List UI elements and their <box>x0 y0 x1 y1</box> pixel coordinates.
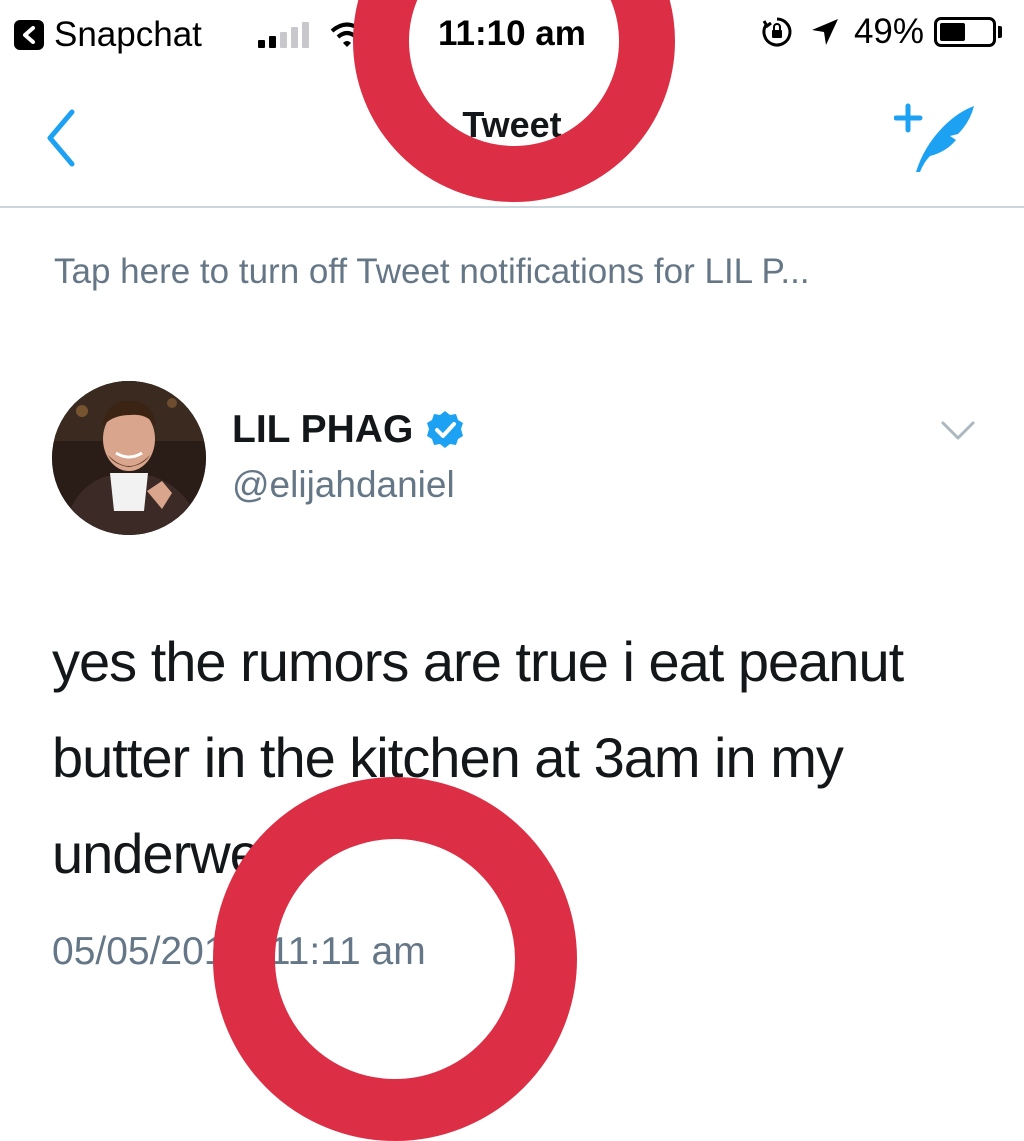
user-handle[interactable]: @elijahdaniel <box>232 464 455 506</box>
back-app-label: Snapchat <box>54 15 202 54</box>
avatar[interactable] <box>52 381 206 535</box>
battery-nub <box>998 26 1002 38</box>
verified-badge-icon <box>427 411 464 448</box>
orientation-lock-icon <box>762 17 792 47</box>
notification-toggle-banner[interactable]: Tap here to turn off Tweet notifications… <box>54 252 810 292</box>
back-arrow-icon <box>14 20 44 50</box>
display-name-text: LIL PHAG <box>232 408 414 451</box>
battery-percentage: 49% <box>853 12 924 51</box>
battery-icon <box>934 17 996 47</box>
location-arrow-icon <box>811 19 838 45</box>
user-display-name[interactable]: LIL PHAG <box>232 408 465 452</box>
battery-level-fill <box>940 23 965 41</box>
red-circle-annotation-bottom <box>213 777 577 1141</box>
chevron-down-icon[interactable] <box>940 420 976 442</box>
back-to-app-button[interactable]: Snapchat <box>14 15 202 54</box>
profile-photo <box>52 381 206 535</box>
signal-strength-icon <box>258 22 309 48</box>
compose-tweet-icon[interactable] <box>894 100 976 174</box>
